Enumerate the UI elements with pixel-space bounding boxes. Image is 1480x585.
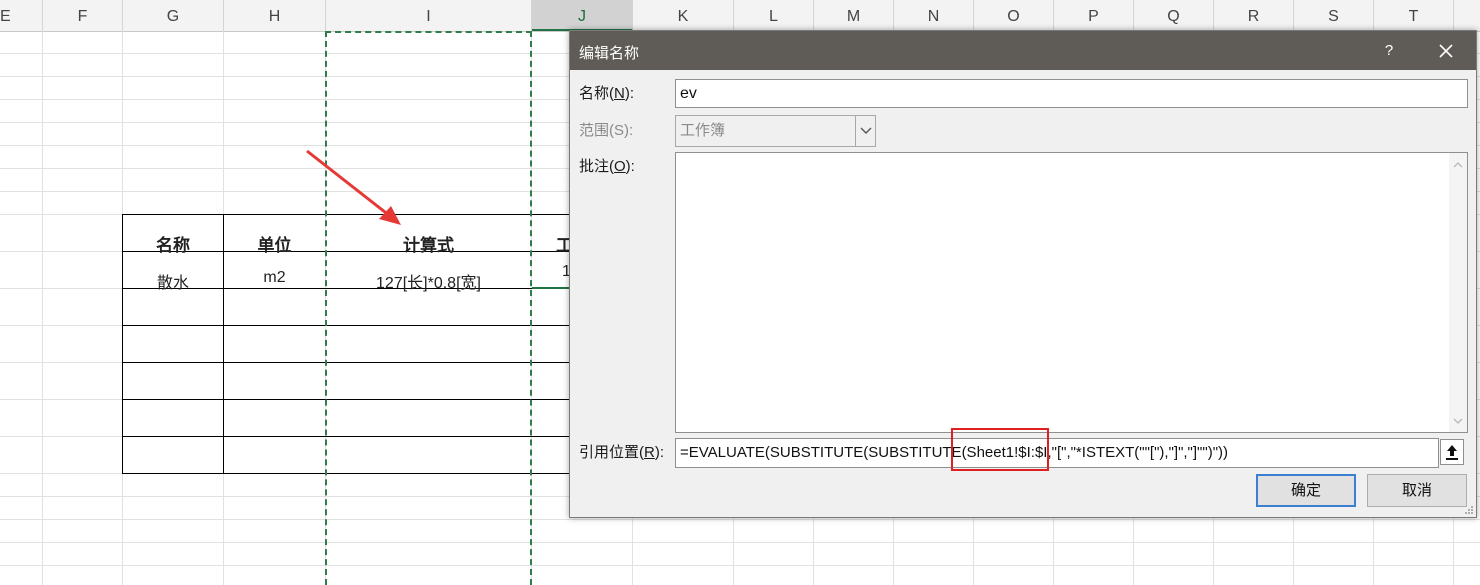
table-header-cell[interactable]: 工 (556, 231, 569, 256)
collapse-dialog-button[interactable] (1440, 439, 1464, 465)
table-cell[interactable]: 127[长]*0.8[宽] (326, 269, 531, 293)
table-header-cell[interactable]: 计算式 (326, 231, 531, 256)
table-border (122, 473, 570, 474)
col-header-h[interactable]: H (224, 0, 326, 31)
edit-name-dialog: 编辑名称 ? 名称(N): ev 范围(S): 工作簿 批注(O): 引用位置(… (569, 30, 1477, 518)
col-header-t[interactable]: T (1374, 0, 1454, 31)
table-border (122, 399, 570, 400)
active-cell-border (532, 287, 570, 289)
scope-label: 范围(S): (579, 122, 634, 139)
help-button[interactable]: ? (1376, 39, 1402, 63)
col-header-j[interactable]: J (532, 0, 633, 31)
col-header-q[interactable]: Q (1134, 0, 1214, 31)
comment-scrollbar[interactable] (1449, 153, 1467, 432)
chevron-down-icon (855, 116, 875, 146)
highlight-box (951, 428, 1049, 471)
cancel-button[interactable]: 取消 (1367, 474, 1467, 507)
col-header-f[interactable]: F (43, 0, 123, 31)
col-header-p[interactable]: P (1054, 0, 1134, 31)
close-icon (1439, 44, 1453, 58)
refers-to-label: 引用位置(R): (579, 444, 665, 461)
scroll-up-icon[interactable] (1449, 155, 1467, 173)
grid-line (0, 519, 1480, 520)
table-border (122, 436, 570, 437)
col-header-m[interactable]: M (814, 0, 894, 31)
col-header-l[interactable]: L (734, 0, 814, 31)
col-header-k[interactable]: K (633, 0, 734, 31)
col-header-g[interactable]: G (123, 0, 224, 31)
close-button[interactable] (1430, 37, 1460, 63)
column-header-row: E F G H I J K L M N O P Q R S T (0, 0, 1480, 32)
table-border (122, 325, 570, 326)
table-border (122, 362, 570, 363)
grid-line (0, 565, 1480, 566)
col-header-r[interactable]: R (1214, 0, 1294, 31)
col-header-o[interactable]: O (974, 0, 1054, 31)
resize-grip-icon[interactable] (1464, 505, 1474, 515)
name-input[interactable]: ev (675, 79, 1468, 108)
table-cell[interactable]: m2 (224, 269, 325, 287)
col-header-i[interactable]: I (326, 0, 532, 31)
comment-label: 批注(O): (579, 158, 635, 175)
collapse-arrow-icon (1446, 445, 1458, 460)
grid-line (0, 542, 1480, 543)
grid-line (42, 31, 43, 585)
col-header-s[interactable]: S (1294, 0, 1374, 31)
table-border (122, 214, 570, 215)
dialog-titlebar[interactable]: 编辑名称 ? (570, 31, 1476, 70)
name-label: 名称(N): (579, 85, 635, 102)
col-header-n[interactable]: N (894, 0, 974, 31)
copy-marquee (530, 31, 532, 585)
refers-to-input[interactable]: =EVALUATE(SUBSTITUTE(SUBSTITUTE(Sheet1!$… (675, 438, 1439, 468)
ok-button[interactable]: 确定 (1256, 474, 1356, 507)
table-header-cell[interactable]: 名称 (123, 231, 223, 256)
table-cell[interactable]: 散水 (123, 269, 223, 293)
dialog-title: 编辑名称 (579, 45, 640, 62)
scope-select: 工作簿 (675, 115, 876, 147)
copy-marquee (325, 31, 327, 585)
table-header-cell[interactable]: 单位 (224, 231, 325, 256)
col-header-e[interactable]: E (0, 0, 43, 31)
comment-textarea[interactable] (675, 152, 1468, 433)
copy-marquee (325, 31, 532, 33)
scroll-down-icon[interactable] (1449, 412, 1467, 430)
